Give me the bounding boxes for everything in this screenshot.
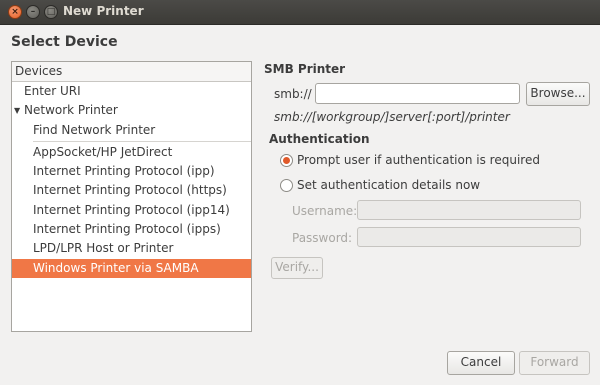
smb-section-title: SMB Printer (264, 62, 346, 76)
device-item-label: Windows Printer via SAMBA (33, 260, 199, 275)
separator (33, 140, 251, 142)
radio-unselected-icon[interactable] (280, 179, 293, 192)
page-title: Select Device (11, 34, 118, 50)
username-label: Username: (292, 204, 358, 218)
device-item[interactable]: Internet Printing Protocol (ipp) (12, 162, 251, 181)
device-item-enter-uri[interactable]: Enter URI (12, 82, 251, 101)
device-item-label: Internet Printing Protocol (ipps) (33, 222, 221, 237)
forward-button[interactable]: Forward (519, 351, 590, 375)
cancel-button[interactable]: Cancel (447, 351, 515, 375)
device-details-panel: SMB Printer smb:// Browse... smb://[work… (264, 62, 590, 279)
username-field[interactable] (357, 200, 581, 220)
smb-uri-hint: smb://[workgroup/]server[:port]/printer (274, 110, 510, 124)
maximize-icon[interactable]: □ (44, 5, 58, 19)
authentication-section-title: Authentication (269, 132, 370, 146)
minimize-icon[interactable]: – (26, 5, 40, 19)
window-title: New Printer (63, 4, 144, 18)
device-item-label: Find Network Printer (33, 122, 156, 137)
new-printer-window: × – □ New Printer Select Device Devices … (0, 0, 600, 385)
expander-down-icon[interactable]: ▼ (14, 101, 20, 120)
verify-button[interactable]: Verify... (271, 257, 323, 279)
device-item[interactable]: Internet Printing Protocol (ipp14) (12, 201, 251, 220)
device-item-label: AppSocket/HP JetDirect (33, 144, 173, 159)
device-item-windows-samba[interactable]: Windows Printer via SAMBA (12, 258, 251, 278)
device-item-network-printer[interactable]: ▼ Network Printer (12, 101, 251, 120)
device-item-label: LPD/LPR Host or Printer (33, 241, 174, 256)
devices-tree[interactable]: Devices Enter URI ▼ Network Printer Find… (11, 61, 252, 332)
device-item-label: Internet Printing Protocol (ipp) (33, 164, 215, 179)
password-label: Password: (292, 231, 353, 245)
device-item[interactable]: AppSocket/HP JetDirect (12, 143, 251, 162)
device-item-label: Enter URI (24, 84, 81, 98)
smb-prefix-label: smb:// (274, 87, 312, 101)
browse-button[interactable]: Browse... (526, 82, 590, 106)
device-item-label: Network Printer (24, 103, 118, 118)
device-item[interactable]: LPD/LPR Host or Printer (12, 239, 251, 258)
close-icon[interactable]: × (8, 5, 22, 19)
device-item[interactable]: Internet Printing Protocol (ipps) (12, 220, 251, 239)
device-item[interactable]: Internet Printing Protocol (https) (12, 181, 251, 200)
radio-selected-icon[interactable] (280, 154, 293, 167)
device-item-label: Internet Printing Protocol (https) (33, 183, 227, 198)
password-field[interactable] (357, 227, 581, 247)
radio-prompt-label: Prompt user if authentication is require… (297, 153, 540, 167)
device-item-find-network-printer[interactable]: Find Network Printer (12, 121, 251, 140)
title-bar: × – □ New Printer (0, 0, 600, 25)
devices-column-header[interactable]: Devices (12, 62, 251, 82)
smb-uri-input[interactable] (315, 83, 520, 104)
device-item-label: Internet Printing Protocol (ipp14) (33, 202, 230, 217)
radio-set-label: Set authentication details now (297, 178, 481, 192)
